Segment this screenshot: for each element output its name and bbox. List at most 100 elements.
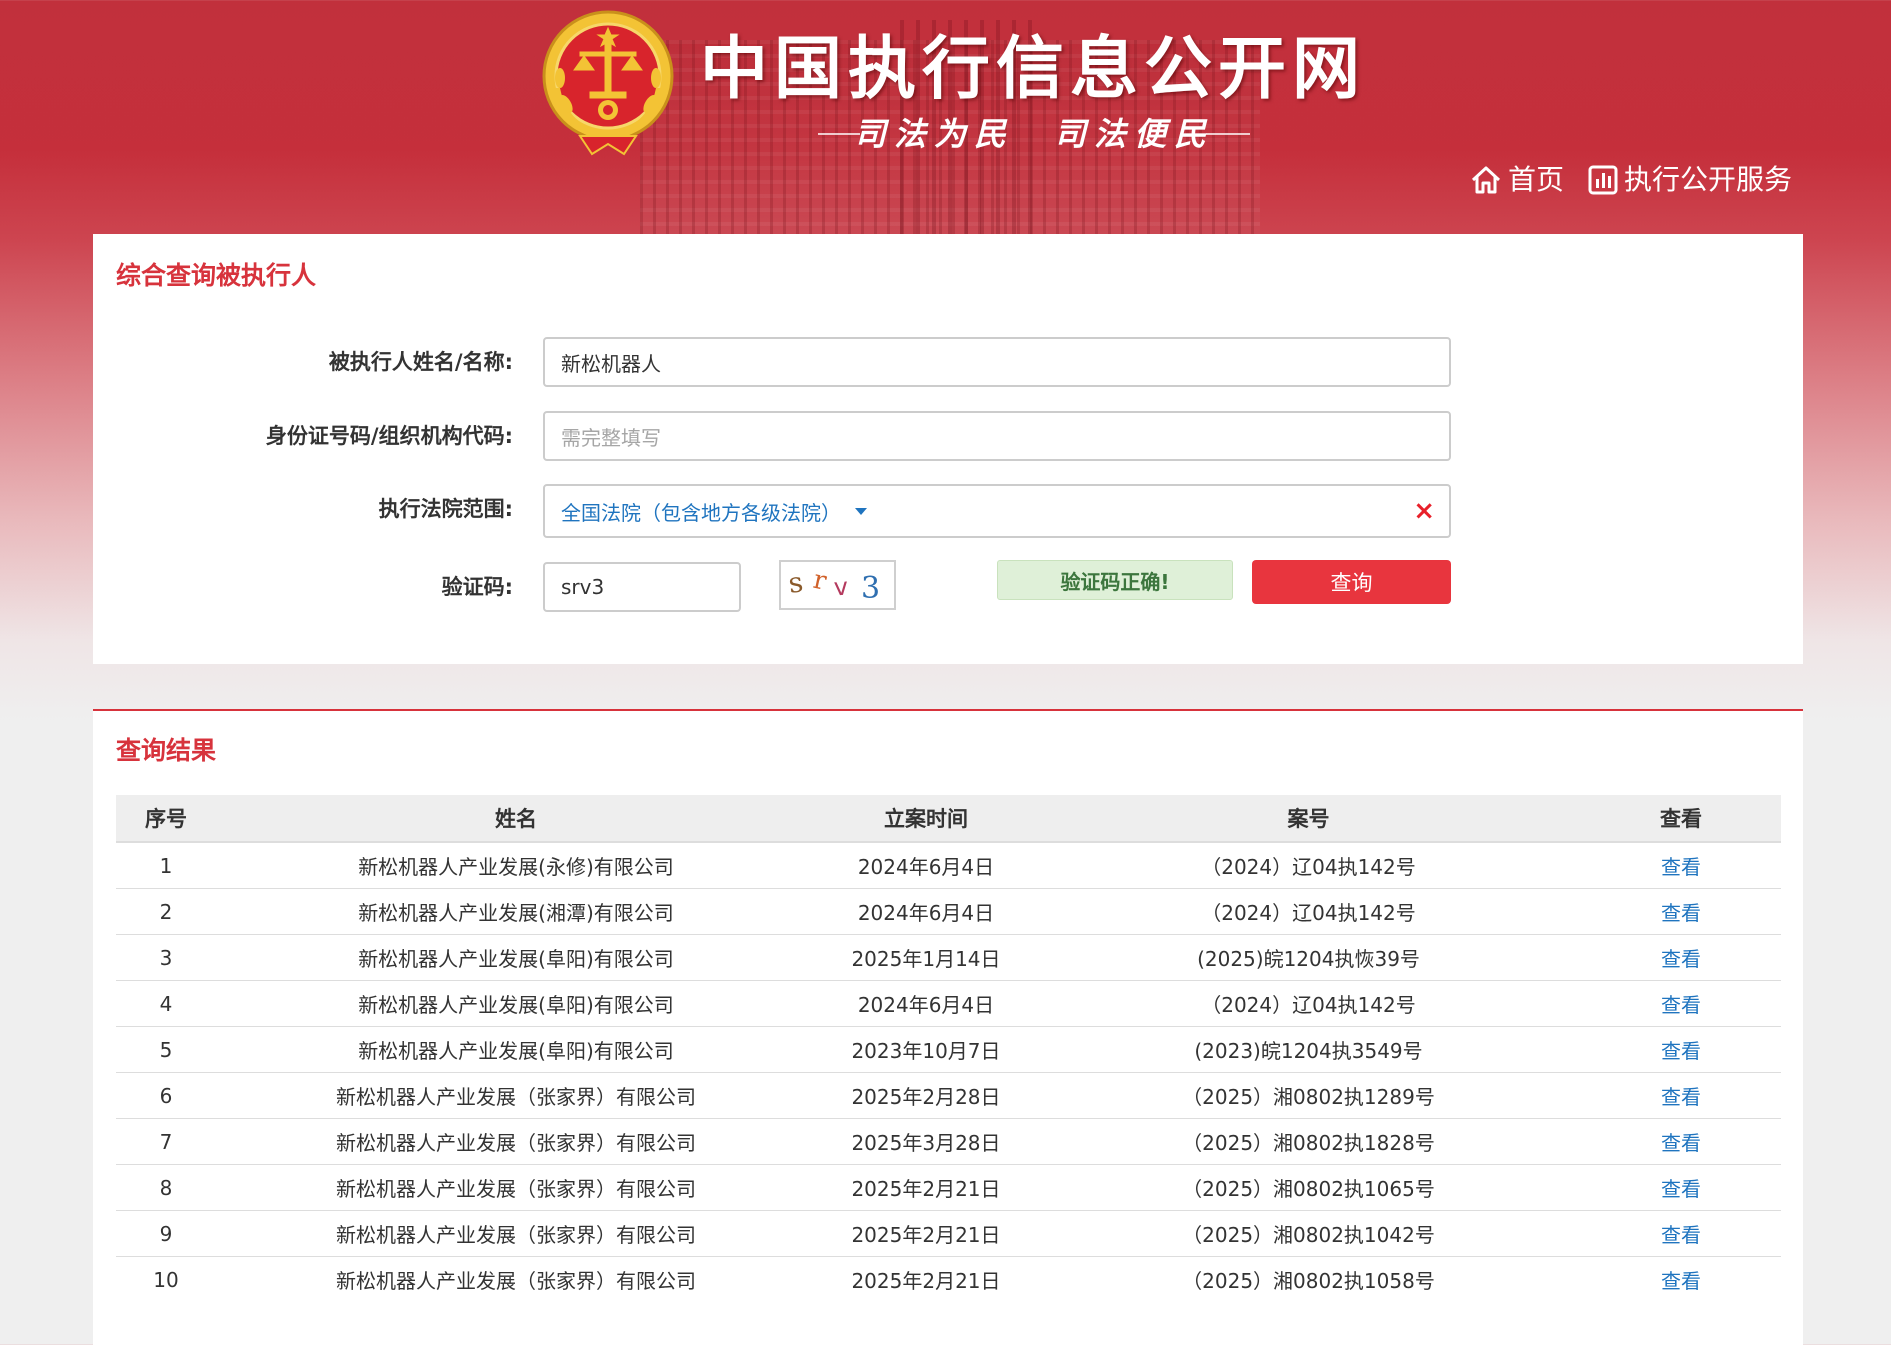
home-icon xyxy=(1471,166,1501,194)
view-link[interactable]: 查看 xyxy=(1581,1210,1781,1257)
cell-case: （2024）辽04执142号 xyxy=(1036,888,1581,935)
query-button[interactable]: 查询 xyxy=(1252,560,1451,604)
name-label: 被执行人姓名/名称: xyxy=(328,350,513,374)
site-title: 中国执行信息公开网 xyxy=(700,30,1367,109)
table-row: 5 新松机器人产业发展(阜阳)有限公司 2023年10月7日 (2023)皖12… xyxy=(116,1026,1781,1073)
court-emblem-icon[interactable] xyxy=(540,8,676,158)
cell-case: （2025）湘0802执1289号 xyxy=(1036,1072,1581,1119)
cell-case: （2025）湘0802执1828号 xyxy=(1036,1118,1581,1165)
court-select-value: 全国法院（包含地方各级法院） xyxy=(561,497,867,526)
column-header-case: 案号 xyxy=(1036,795,1581,843)
cell-date: 2025年3月28日 xyxy=(816,1118,1036,1165)
cell-no: 6 xyxy=(116,1072,216,1119)
table-header-row: 序号 姓名 立案时间 案号 查看 xyxy=(116,795,1781,843)
nav-home-label: 首页 xyxy=(1508,163,1565,196)
view-link[interactable]: 查看 xyxy=(1581,842,1781,889)
cell-case: （2024）辽04执142号 xyxy=(1036,842,1581,889)
table-row: 3 新松机器人产业发展(阜阳)有限公司 2025年1月14日 (2025)皖12… xyxy=(116,934,1781,981)
site-header: 中国执行信息公开网 司法为民 司法便民 首页 执行公开服务 xyxy=(0,0,1891,234)
column-header-no: 序号 xyxy=(116,795,216,843)
close-icon[interactable]: × xyxy=(1413,498,1435,524)
cell-date: 2024年6月4日 xyxy=(816,842,1036,889)
column-header-name: 姓名 xyxy=(216,795,816,843)
table-row: 1 新松机器人产业发展(永修)有限公司 2024年6月4日 （2024）辽04执… xyxy=(116,842,1781,889)
court-label: 执行法院范围: xyxy=(378,497,513,521)
view-link[interactable]: 查看 xyxy=(1581,1257,1781,1303)
cell-name: 新松机器人产业发展(阜阳)有限公司 xyxy=(216,934,816,981)
column-header-date: 立案时间 xyxy=(816,795,1036,843)
cell-date: 2025年2月21日 xyxy=(816,1210,1036,1257)
table-row: 2 新松机器人产业发展(湘潭)有限公司 2024年6月4日 （2024）辽04执… xyxy=(116,888,1781,935)
captcha-status: 验证码正确! xyxy=(997,560,1233,600)
captcha-image[interactable]: s r v 3 xyxy=(779,560,896,610)
name-input-value: 新松机器人 xyxy=(561,351,661,376)
view-link[interactable]: 查看 xyxy=(1581,1026,1781,1073)
chart-icon xyxy=(1588,165,1618,195)
table-row: 9 新松机器人产业发展（张家界）有限公司 2025年2月21日 （2025）湘0… xyxy=(116,1210,1781,1257)
cell-date: 2025年1月14日 xyxy=(816,934,1036,981)
cell-name: 新松机器人产业发展（张家界）有限公司 xyxy=(336,1269,696,1293)
view-link[interactable]: 查看 xyxy=(1581,888,1781,935)
cell-case: （2025）湘0802执1058号 xyxy=(1182,1269,1435,1293)
court-select[interactable]: 全国法院（包含地方各级法院） × xyxy=(543,484,1451,538)
cell-no: 10 xyxy=(153,1267,179,1292)
view-link[interactable]: 查看 xyxy=(1581,934,1781,981)
cell-date: 2024年6月4日 xyxy=(816,888,1036,935)
cell-no: 8 xyxy=(116,1164,216,1211)
cell-case: (2025)皖1204执恢39号 xyxy=(1036,934,1581,981)
view-link[interactable]: 查看 xyxy=(1581,1164,1781,1211)
cell-case: (2023)皖1204执3549号 xyxy=(1036,1026,1581,1073)
cell-no: 3 xyxy=(116,934,216,981)
table-row: 6 新松机器人产业发展（张家界）有限公司 2025年2月28日 （2025）湘0… xyxy=(116,1072,1781,1119)
slogan-divider-right xyxy=(1206,133,1250,135)
cell-name: 新松机器人产业发展(湘潭)有限公司 xyxy=(216,888,816,935)
cell-no: 1 xyxy=(116,842,216,889)
cell-no: 5 xyxy=(116,1026,216,1073)
cell-no: 4 xyxy=(116,980,216,1027)
results-table: 序号 姓名 立案时间 案号 查看 1 新松机器人产业发展(永修)有限公司 202… xyxy=(116,795,1781,1302)
captcha-input-value: srv3 xyxy=(561,575,605,599)
cell-date: 2025年2月28日 xyxy=(816,1072,1036,1119)
captcha-input[interactable]: srv3 xyxy=(543,562,741,612)
view-link[interactable]: 查看 xyxy=(1581,1072,1781,1119)
table-row: 8 新松机器人产业发展（张家界）有限公司 2025年2月21日 （2025）湘0… xyxy=(116,1164,1781,1211)
cell-no: 2 xyxy=(116,888,216,935)
cell-name: 新松机器人产业发展（张家界）有限公司 xyxy=(216,1118,816,1165)
nav-home-link[interactable]: 首页 xyxy=(1470,160,1564,200)
table-row: 10 新松机器人产业发展（张家界）有限公司 2025年2月21日 （2025）湘… xyxy=(116,1257,1781,1303)
column-header-view: 查看 xyxy=(1581,795,1781,843)
cell-name: 新松机器人产业发展(阜阳)有限公司 xyxy=(216,980,816,1027)
search-panel-title: 综合查询被执行人 xyxy=(116,261,317,290)
svg-text:s: s xyxy=(786,565,805,600)
cell-no: 9 xyxy=(116,1210,216,1257)
view-link[interactable]: 查看 xyxy=(1581,1118,1781,1165)
search-panel: 综合查询被执行人 被执行人姓名/名称: 新松机器人 身份证号码/组织机构代码: … xyxy=(93,234,1803,664)
cell-case: （2025）湘0802执1065号 xyxy=(1036,1164,1581,1211)
captcha-glyphs: s r v 3 xyxy=(786,565,880,606)
court-select-label: 全国法院（包含地方各级法院） xyxy=(561,500,841,525)
svg-text:3: 3 xyxy=(861,571,880,606)
id-input[interactable]: 需完整填写 xyxy=(543,411,1451,461)
cell-no: 7 xyxy=(116,1118,216,1165)
table-row: 4 新松机器人产业发展(阜阳)有限公司 2024年6月4日 （2024）辽04执… xyxy=(116,980,1781,1027)
svg-text:r: r xyxy=(811,565,830,597)
caret-down-icon xyxy=(855,507,867,515)
cell-case: （2024）辽04执142号 xyxy=(1036,980,1581,1027)
nav-service-label: 执行公开服务 xyxy=(1624,163,1793,196)
svg-text:v: v xyxy=(833,573,849,602)
cell-case: （2025）湘0802执1042号 xyxy=(1036,1210,1581,1257)
view-link[interactable]: 查看 xyxy=(1581,980,1781,1027)
name-input[interactable]: 新松机器人 xyxy=(543,337,1451,387)
cell-name: 新松机器人产业发展（张家界）有限公司 xyxy=(216,1210,816,1257)
nav-service-link[interactable]: 执行公开服务 xyxy=(1588,160,1792,200)
id-input-placeholder: 需完整填写 xyxy=(561,425,661,450)
cell-name: 新松机器人产业发展（张家界）有限公司 xyxy=(216,1072,816,1119)
cell-date: 2023年10月7日 xyxy=(816,1026,1036,1073)
results-panel-title: 查询结果 xyxy=(116,736,217,765)
site-slogan: 司法为民 司法便民 xyxy=(853,115,1214,153)
cell-date: 2024年6月4日 xyxy=(816,980,1036,1027)
cell-date: 2025年2月21日 xyxy=(816,1164,1036,1211)
cell-name: 新松机器人产业发展（张家界）有限公司 xyxy=(216,1164,816,1211)
cell-date: 2025年2月21日 xyxy=(851,1269,1001,1293)
id-label: 身份证号码/组织机构代码: xyxy=(265,424,513,448)
